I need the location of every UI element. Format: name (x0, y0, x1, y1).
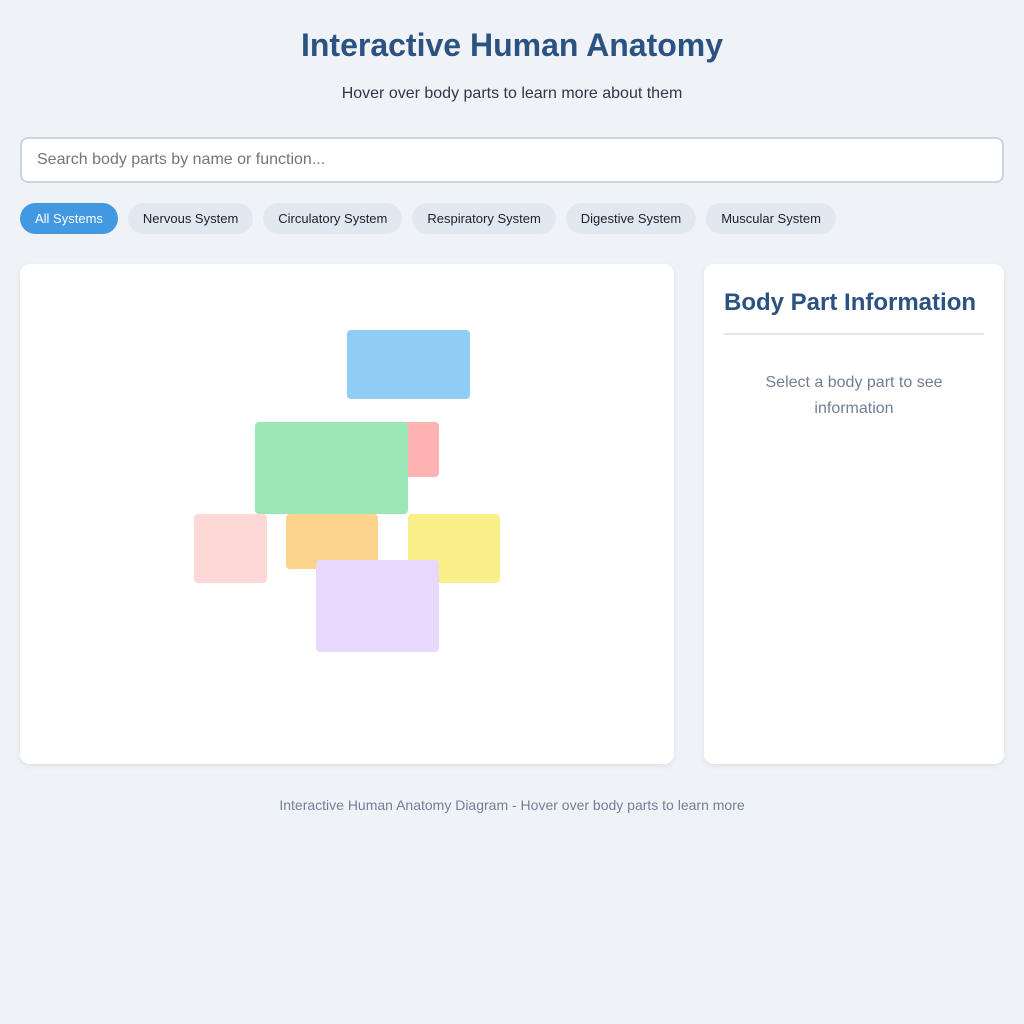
info-panel: Body Part Information Select a body part… (704, 264, 1004, 764)
page-subtitle: Hover over body parts to learn more abou… (341, 85, 683, 102)
info-panel-placeholder: Select a body part to see information (765, 374, 943, 417)
info-panel-title: Body Part Information (724, 288, 984, 335)
filter-digestive-system-button[interactable]: Digestive System (565, 203, 697, 234)
footer-text: Interactive Human Anatomy Diagram - Hove… (279, 797, 745, 813)
filter-nervous-system-button[interactable]: Nervous System (127, 203, 254, 234)
system-filter-bar: All Systems Nervous System Circulatory S… (20, 203, 836, 234)
search-input[interactable] (20, 137, 1004, 183)
body-part-head[interactable] (347, 330, 470, 399)
filter-muscular-system-button[interactable]: Muscular System (706, 203, 836, 234)
body-part-left-arm[interactable] (194, 514, 267, 583)
filter-respiratory-system-button[interactable]: Respiratory System (412, 203, 556, 234)
filter-circulatory-system-button[interactable]: Circulatory System (263, 203, 403, 234)
filter-all-systems-button[interactable]: All Systems (20, 203, 118, 234)
body-part-intestines[interactable] (316, 560, 439, 652)
body-part-lungs[interactable] (255, 422, 408, 514)
page-title: Interactive Human Anatomy (300, 27, 724, 63)
anatomy-diagram-panel (20, 264, 674, 764)
